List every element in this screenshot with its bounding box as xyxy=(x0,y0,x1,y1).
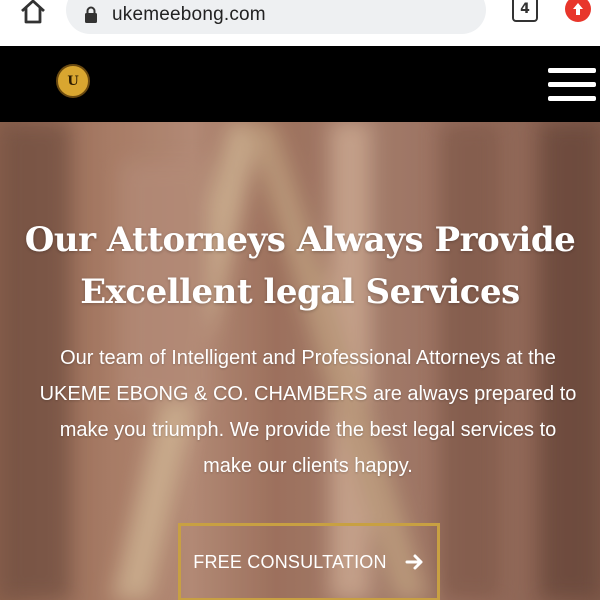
update-arrow-icon xyxy=(573,3,583,15)
home-button[interactable] xyxy=(16,0,50,26)
cta-label: FREE CONSULTATION xyxy=(193,551,387,572)
tab-switcher-button[interactable]: 4 xyxy=(512,0,538,22)
logo-letter: U xyxy=(67,73,79,89)
hero-description: Our team of Intelligent and Professional… xyxy=(18,340,598,484)
hero-title: Our Attorneys Always Provide Excellent l… xyxy=(10,214,590,318)
tab-count: 4 xyxy=(520,1,530,17)
hero-text-line-2: UKEME EBONG & CO. CHAMBERS are always pr… xyxy=(39,383,577,405)
site-header: U xyxy=(0,46,600,122)
site-logo[interactable]: U xyxy=(56,64,90,98)
browser-toolbar: ukemeebong.com 4 xyxy=(0,0,600,46)
arrow-right-icon xyxy=(405,554,423,570)
hero-title-line-2: Excellent legal Services xyxy=(80,272,520,312)
hero-title-line-1: Our Attorneys Always Provide xyxy=(24,220,576,260)
hamburger-menu-icon[interactable] xyxy=(548,68,596,104)
address-bar[interactable]: ukemeebong.com xyxy=(66,0,486,34)
url-text: ukemeebong.com xyxy=(112,4,266,25)
hero-content: Our Attorneys Always Provide Excellent l… xyxy=(0,122,600,600)
update-button[interactable] xyxy=(565,0,591,22)
lock-icon xyxy=(85,6,97,23)
home-icon xyxy=(21,0,45,24)
hero-text-line-3: make you triumph. We provide the best le… xyxy=(59,419,557,441)
hero-text-line-4: make our clients happy. xyxy=(203,455,413,477)
free-consultation-button[interactable]: FREE CONSULTATION xyxy=(178,523,440,600)
hero-text-line-1: Our team of Intelligent and Professional… xyxy=(60,347,556,369)
hero-section: Our Attorneys Always Provide Excellent l… xyxy=(0,122,600,600)
